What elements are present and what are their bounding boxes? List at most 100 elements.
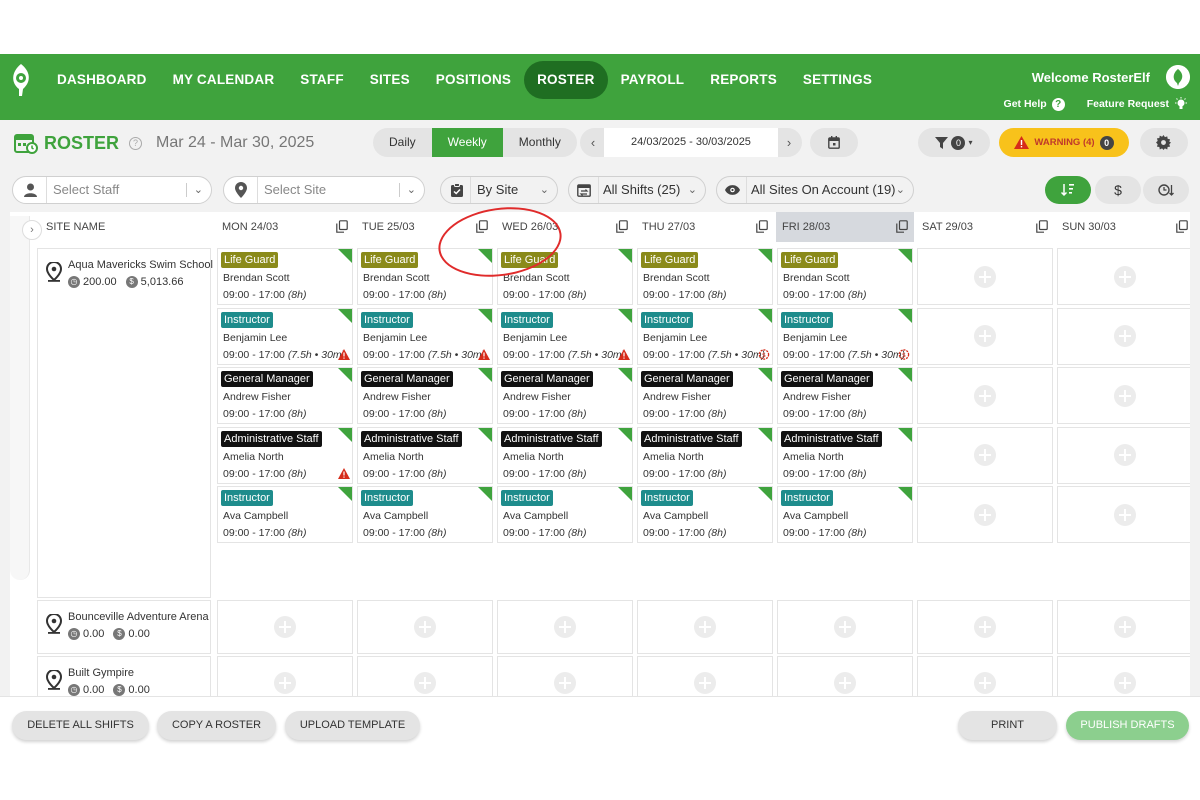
add-shift-icon[interactable] — [974, 325, 996, 347]
shift-card[interactable]: InstructorAva Campbell09:00 - 17:00 (8h) — [217, 486, 353, 543]
nav-item-my-calendar[interactable]: MY CALENDAR — [160, 61, 288, 99]
shift-card[interactable]: General ManagerAndrew Fisher09:00 - 17:0… — [357, 367, 493, 424]
date-range-input[interactable]: 24/03/2025 - 30/03/2025 — [604, 128, 778, 157]
copy-icon[interactable] — [896, 220, 908, 233]
cost-alert-icon[interactable]: $ — [898, 349, 910, 360]
shift-card[interactable]: InstructorAva Campbell09:00 - 17:00 (8h) — [637, 486, 773, 543]
prev-week-icon[interactable]: ‹ — [582, 128, 604, 157]
help-icon[interactable]: ? — [129, 137, 142, 150]
site-scope-dropdown[interactable]: All Sites On Account (19) ⌄ — [716, 176, 914, 204]
shift-card[interactable]: Life GuardBrendan Scott09:00 - 17:00 (8h… — [637, 248, 773, 305]
add-shift-icon[interactable] — [1114, 444, 1136, 466]
nav-item-settings[interactable]: SETTINGS — [790, 61, 885, 99]
empty-shift-slot[interactable] — [917, 248, 1053, 305]
empty-shift-slot[interactable] — [917, 367, 1053, 424]
add-shift-icon[interactable] — [974, 504, 996, 526]
nav-item-sites[interactable]: SITES — [357, 61, 423, 99]
warning-triangle-icon[interactable] — [478, 349, 490, 360]
copy-icon[interactable] — [1036, 220, 1048, 233]
nav-item-payroll[interactable]: PAYROLL — [608, 61, 698, 99]
settings-button[interactable] — [1140, 128, 1188, 157]
add-shift-icon[interactable] — [274, 672, 296, 694]
add-shift-icon[interactable] — [1114, 504, 1136, 526]
print-button[interactable]: PRINT — [958, 711, 1057, 740]
add-shift-icon[interactable] — [1114, 385, 1136, 407]
add-shift-icon[interactable] — [554, 672, 576, 694]
empty-shift-slot[interactable] — [917, 308, 1053, 365]
filter-button[interactable]: 0 ▾ — [918, 128, 990, 157]
shift-card[interactable]: InstructorBenjamin Lee09:00 - 17:00 (7.5… — [497, 308, 633, 365]
shift-card[interactable]: InstructorBenjamin Lee09:00 - 17:00 (7.5… — [217, 308, 353, 365]
select-site-dropdown[interactable]: Select Site ⌄ — [223, 176, 425, 204]
add-shift-icon[interactable] — [974, 616, 996, 638]
add-shift-icon[interactable] — [1114, 325, 1136, 347]
empty-shift-slot[interactable] — [357, 600, 493, 654]
empty-shift-slot[interactable] — [637, 600, 773, 654]
site-name[interactable]: Bounceville Adventure Arena — [68, 611, 209, 623]
user-avatar-icon[interactable] — [1166, 65, 1190, 89]
add-shift-icon[interactable] — [554, 616, 576, 638]
empty-shift-slot[interactable] — [497, 600, 633, 654]
add-shift-icon[interactable] — [414, 672, 436, 694]
nav-item-roster[interactable]: ROSTER — [524, 61, 607, 99]
copy-icon[interactable] — [756, 220, 768, 233]
nav-item-positions[interactable]: POSITIONS — [423, 61, 524, 99]
shift-card[interactable]: Life GuardBrendan Scott09:00 - 17:00 (8h… — [497, 248, 633, 305]
add-shift-icon[interactable] — [414, 616, 436, 638]
empty-shift-slot[interactable] — [217, 600, 353, 654]
shift-type-dropdown[interactable]: All Shifts (25) ⌄ — [568, 176, 706, 204]
add-shift-icon[interactable] — [1114, 266, 1136, 288]
shift-card[interactable]: InstructorAva Campbell09:00 - 17:00 (8h) — [777, 486, 913, 543]
empty-shift-slot[interactable] — [917, 427, 1053, 484]
time-sort-button[interactable] — [1143, 176, 1189, 204]
shift-card[interactable]: InstructorBenjamin Lee09:00 - 17:00 (7.5… — [777, 308, 913, 365]
nav-item-staff[interactable]: STAFF — [287, 61, 357, 99]
add-shift-icon[interactable] — [974, 385, 996, 407]
empty-shift-slot[interactable] — [1057, 367, 1190, 424]
add-shift-icon[interactable] — [834, 672, 856, 694]
nav-item-reports[interactable]: REPORTS — [697, 61, 790, 99]
cost-alert-icon[interactable]: $ — [758, 349, 770, 360]
delete-all-shifts-button[interactable]: DELETE ALL SHIFTS — [12, 711, 149, 740]
shift-card[interactable]: Administrative StaffAmelia North09:00 - … — [637, 427, 773, 484]
group-by-dropdown[interactable]: By Site ⌄ — [440, 176, 558, 204]
site-name[interactable]: Built Gympire — [68, 667, 134, 679]
warning-triangle-icon[interactable] — [338, 349, 350, 360]
publish-drafts-button[interactable]: PUBLISH DRAFTS — [1066, 711, 1189, 740]
feature-request-link[interactable]: Feature Request — [1087, 97, 1188, 111]
copy-roster-button[interactable]: COPY A ROSTER — [157, 711, 276, 740]
shift-card[interactable]: Administrative StaffAmelia North09:00 - … — [357, 427, 493, 484]
add-shift-icon[interactable] — [974, 266, 996, 288]
shift-card[interactable]: General ManagerAndrew Fisher09:00 - 17:0… — [637, 367, 773, 424]
add-shift-icon[interactable] — [694, 616, 716, 638]
shift-card[interactable]: InstructorBenjamin Lee09:00 - 17:00 (7.5… — [357, 308, 493, 365]
empty-shift-slot[interactable] — [917, 600, 1053, 654]
warning-triangle-icon[interactable] — [338, 468, 350, 479]
calendar-picker-button[interactable] — [810, 128, 858, 157]
sort-toggle-button[interactable] — [1045, 176, 1091, 204]
shift-card[interactable]: Administrative StaffAmelia North09:00 - … — [497, 427, 633, 484]
empty-shift-slot[interactable] — [1057, 308, 1190, 365]
add-shift-icon[interactable] — [974, 672, 996, 694]
empty-shift-slot[interactable] — [1057, 486, 1190, 543]
shift-card[interactable]: InstructorBenjamin Lee09:00 - 17:00 (7.5… — [637, 308, 773, 365]
view-daily-button[interactable]: Daily — [373, 128, 432, 157]
get-help-link[interactable]: Get Help? — [1004, 98, 1065, 111]
nav-item-dashboard[interactable]: DASHBOARD — [44, 61, 160, 99]
expand-sidebar-icon[interactable]: › — [22, 220, 42, 240]
select-staff-dropdown[interactable]: Select Staff ⌄ — [12, 176, 212, 204]
empty-shift-slot[interactable] — [1057, 248, 1190, 305]
shift-card[interactable]: Life GuardBrendan Scott09:00 - 17:00 (8h… — [777, 248, 913, 305]
shift-card[interactable]: Life GuardBrendan Scott09:00 - 17:00 (8h… — [357, 248, 493, 305]
empty-shift-slot[interactable] — [1057, 600, 1190, 654]
shift-card[interactable]: General ManagerAndrew Fisher09:00 - 17:0… — [217, 367, 353, 424]
site-name[interactable]: Aqua Mavericks Swim School — [68, 259, 213, 271]
shift-card[interactable]: InstructorAva Campbell09:00 - 17:00 (8h) — [357, 486, 493, 543]
shift-card[interactable]: General ManagerAndrew Fisher09:00 - 17:0… — [497, 367, 633, 424]
empty-shift-slot[interactable] — [917, 486, 1053, 543]
empty-shift-slot[interactable] — [1057, 427, 1190, 484]
view-weekly-button[interactable]: Weekly — [432, 128, 503, 157]
next-week-icon[interactable]: › — [778, 128, 800, 157]
add-shift-icon[interactable] — [834, 616, 856, 638]
rosterelf-logo-icon[interactable] — [8, 63, 34, 97]
